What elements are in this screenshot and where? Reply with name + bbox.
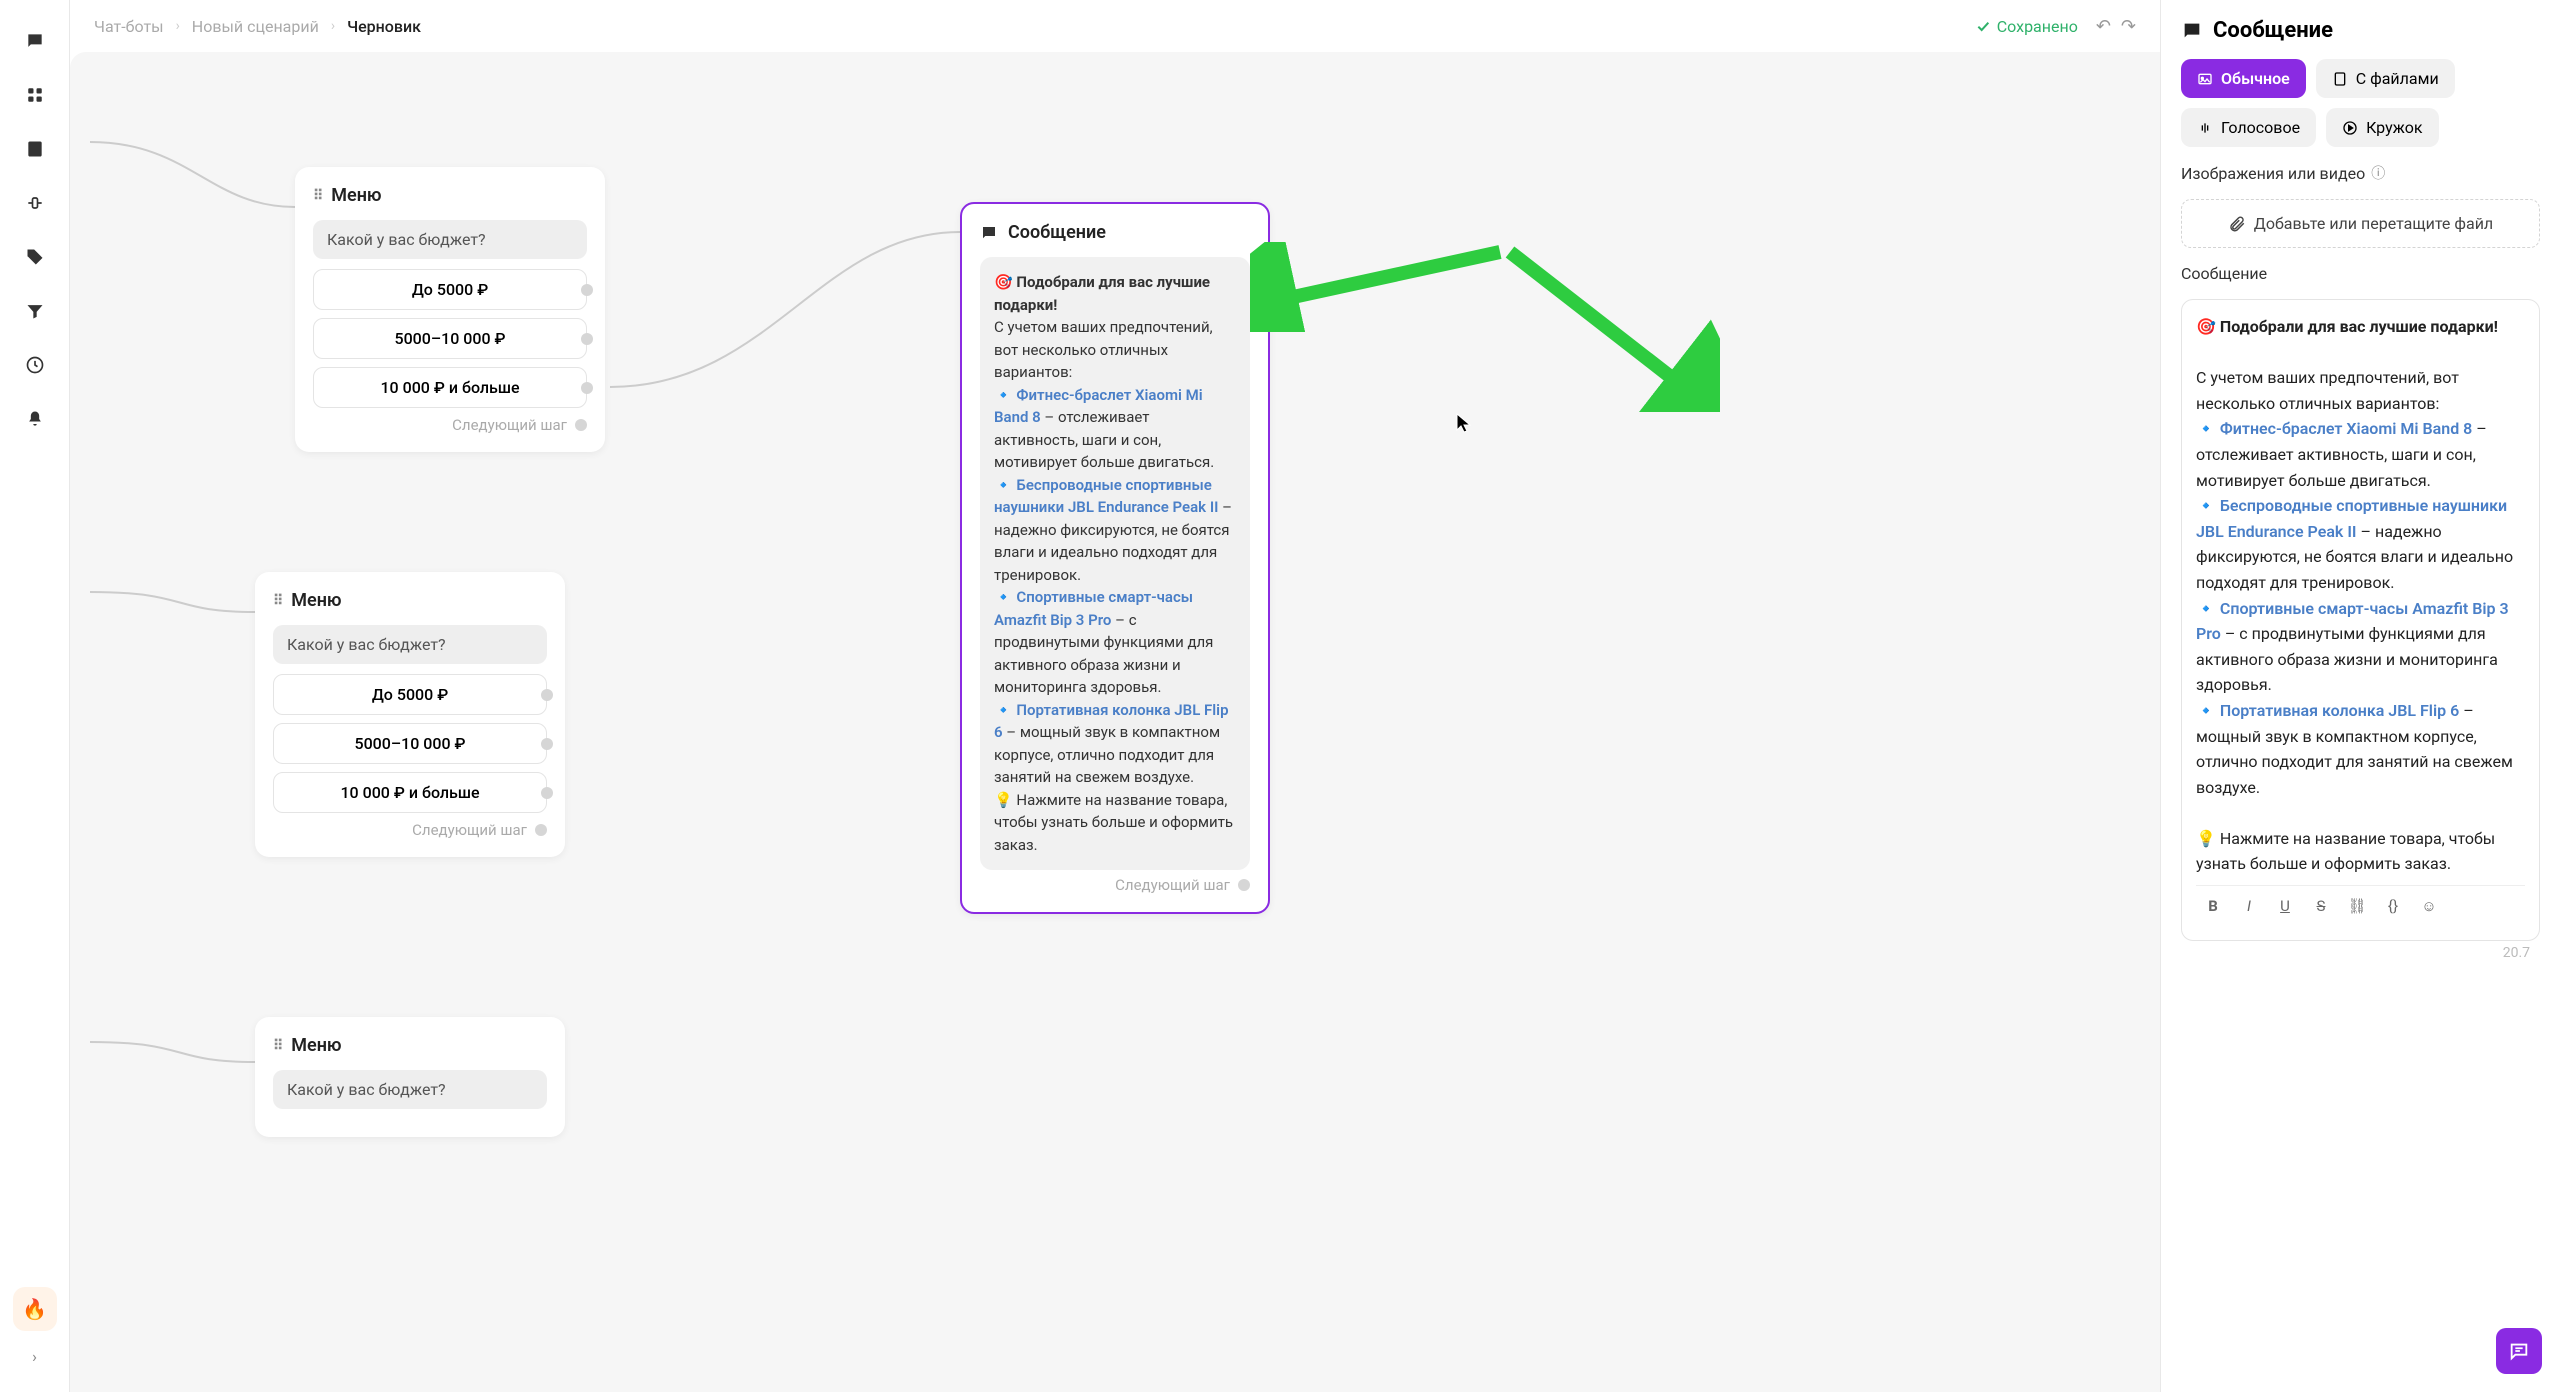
next-step: Следующий шаг xyxy=(273,821,547,839)
message-type-tabs: Обычное С файлами Голосовое Кружок xyxy=(2181,59,2540,147)
breadcrumb-chatbots[interactable]: Чат-боты xyxy=(94,17,164,36)
nav-fire-icon[interactable]: 🔥 xyxy=(13,1287,57,1331)
next-step: Следующий шаг xyxy=(313,416,587,434)
paperclip-icon xyxy=(2228,215,2246,233)
tab-files[interactable]: С файлами xyxy=(2316,59,2455,98)
node-header: Сообщение xyxy=(980,222,1250,243)
chevron-right-icon: › xyxy=(176,18,180,34)
panel-title: Сообщение xyxy=(2181,18,2540,43)
breadcrumbs: Чат-боты › Новый сценарий › Черновик xyxy=(94,17,421,36)
drag-handle-icon[interactable]: ⠿ xyxy=(273,593,281,609)
nav-collapse-icon[interactable]: › xyxy=(26,1341,43,1372)
emoji-button[interactable]: ☺ xyxy=(2418,894,2440,918)
topbar: Чат-боты › Новый сценарий › Черновик Сох… xyxy=(70,0,2160,52)
menu-node-3[interactable]: ⠿ Меню Какой у вас бюджет? xyxy=(255,1017,565,1137)
nav-tag-icon[interactable] xyxy=(14,236,56,278)
nav-bell-icon[interactable] xyxy=(14,398,56,440)
editor-toolbar: B I U S ⛓︎ {} ☺ xyxy=(2196,885,2525,926)
italic-button[interactable]: I xyxy=(2238,894,2260,918)
right-panel: Сообщение Обычное С файлами Голосовое Кр… xyxy=(2160,0,2560,1392)
underline-button[interactable]: U xyxy=(2274,894,2296,918)
message-node[interactable]: Сообщение 🎯 Подобрали для вас лучшие под… xyxy=(960,202,1270,914)
redo-button[interactable]: ↷ xyxy=(2121,16,2136,37)
product-link[interactable]: Беспроводные спортивные наушники JBL End… xyxy=(994,476,1218,517)
nav-chats-icon[interactable] xyxy=(14,20,56,62)
nav-contacts-icon[interactable] xyxy=(14,128,56,170)
nav-filter-icon[interactable] xyxy=(14,290,56,332)
saved-status: Сохранено xyxy=(1975,17,2078,36)
product-link[interactable]: Фитнес-браслет Xiaomi Mi Band 8 xyxy=(2220,419,2472,438)
next-step: Следующий шаг xyxy=(980,876,1250,894)
msg-field-label: Сообщение xyxy=(2181,264,2540,283)
menu-question: Какой у вас бюджет? xyxy=(273,1070,547,1109)
tab-voice[interactable]: Голосовое xyxy=(2181,108,2316,147)
nav-apps-icon[interactable] xyxy=(14,74,56,116)
unlink-button[interactable]: ⛓︎ xyxy=(2346,894,2368,918)
menu-node-2[interactable]: ⠿ Меню Какой у вас бюджет? До 5000 ₽ 500… xyxy=(255,572,565,857)
breadcrumb-scenario[interactable]: Новый сценарий xyxy=(192,17,319,36)
cursor-icon xyxy=(1455,412,1473,439)
message-icon xyxy=(980,224,998,242)
menu-node-1[interactable]: ⠿ Меню Какой у вас бюджет? До 5000 ₽ 500… xyxy=(295,167,605,452)
tab-circle[interactable]: Кружок xyxy=(2326,108,2438,147)
breadcrumb-draft: Черновик xyxy=(347,17,421,36)
product-link[interactable]: Портативная колонка JBL Flip 6 xyxy=(2220,701,2459,720)
undo-button[interactable]: ↶ xyxy=(2096,16,2111,37)
left-sidebar: 🔥 › xyxy=(0,0,70,1392)
node-header: ⠿ Меню xyxy=(273,590,547,611)
menu-option[interactable]: 10 000 ₽ и больше xyxy=(313,367,587,408)
product-link[interactable]: Спортивные смарт-часы Amazfit Bip 3 Pro xyxy=(994,588,1193,629)
tab-normal[interactable]: Обычное xyxy=(2181,59,2306,98)
menu-question: Какой у вас бюджет? xyxy=(313,220,587,259)
nav-center-icon[interactable] xyxy=(14,182,56,224)
chevron-right-icon: › xyxy=(331,18,335,34)
node-header: ⠿ Меню xyxy=(273,1035,547,1056)
message-editor[interactable]: 🎯 Подобрали для вас лучшие подарки! С уч… xyxy=(2181,299,2540,941)
bold-button[interactable]: B xyxy=(2202,894,2224,918)
char-counter: 20.7 xyxy=(2503,945,2530,961)
code-button[interactable]: {} xyxy=(2382,894,2404,918)
menu-option[interactable]: До 5000 ₽ xyxy=(273,674,547,715)
menu-option[interactable]: 10 000 ₽ и больше xyxy=(273,772,547,813)
info-icon[interactable]: ⓘ xyxy=(2371,163,2385,183)
node-header: ⠿ Меню xyxy=(313,185,587,206)
canvas[interactable]: ⠿ Меню Какой у вас бюджет? До 5000 ₽ 500… xyxy=(70,52,2160,1392)
drag-handle-icon[interactable]: ⠿ xyxy=(313,188,321,204)
menu-option[interactable]: 5000–10 000 ₽ xyxy=(313,318,587,359)
message-body: 🎯 Подобрали для вас лучшие подарки! С уч… xyxy=(980,257,1250,870)
product-link[interactable]: Беспроводные спортивные наушники JBL End… xyxy=(2196,496,2507,541)
img-field-label: Изображения или видео ⓘ xyxy=(2181,163,2540,183)
menu-option[interactable]: До 5000 ₽ xyxy=(313,269,587,310)
strike-button[interactable]: S xyxy=(2310,894,2332,918)
nav-clock-icon[interactable] xyxy=(14,344,56,386)
drag-handle-icon[interactable]: ⠿ xyxy=(273,1038,281,1054)
message-icon xyxy=(2181,20,2203,42)
menu-option[interactable]: 5000–10 000 ₽ xyxy=(273,723,547,764)
chat-widget-button[interactable] xyxy=(2496,1328,2542,1374)
file-drop-zone[interactable]: Добавьте или перетащите файл xyxy=(2181,199,2540,248)
menu-question: Какой у вас бюджет? xyxy=(273,625,547,664)
